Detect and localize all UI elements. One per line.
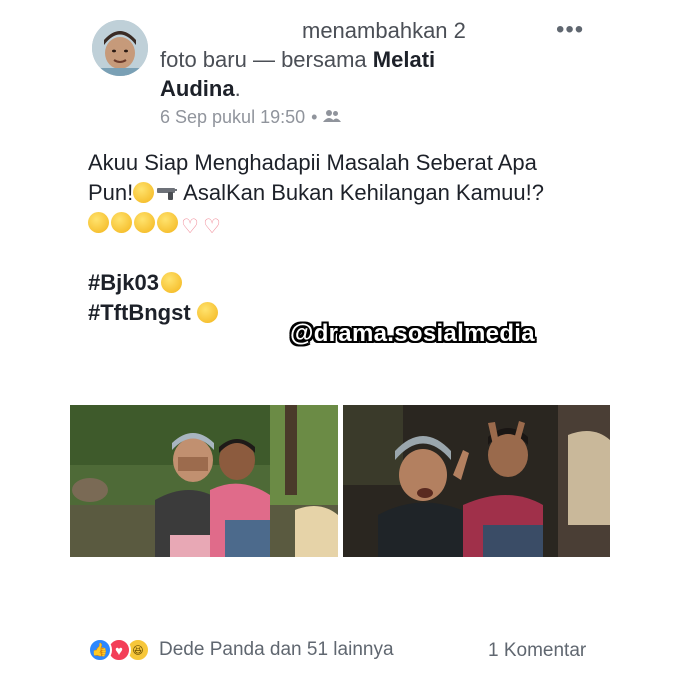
- laughing-emoji-icon: [196, 302, 218, 323]
- post-photo-1[interactable]: [70, 405, 338, 557]
- post-emoji-line: ♡ ♡: [88, 208, 628, 238]
- grinning-emoji-icon: [134, 212, 155, 233]
- post-text-line2a: Pun!: [88, 180, 134, 205]
- post-photo-2[interactable]: [343, 405, 610, 557]
- hashtag-tftbngst-link[interactable]: #TftBngst: [88, 300, 191, 325]
- kissing-emoji-icon: [111, 212, 132, 233]
- facebook-post: menambahkan 2 foto baru — bersama Melati…: [0, 0, 680, 680]
- hashtag-bjk03-link[interactable]: #Bjk03: [88, 270, 159, 295]
- grinning-emoji-icon: [157, 212, 178, 233]
- avatar-photo: [92, 20, 148, 76]
- author-avatar[interactable]: [92, 20, 148, 76]
- post-text-line2b: AsalKan Bukan Kehilangan Kamuu!?: [178, 180, 544, 205]
- redacted-author-name: [160, 21, 302, 44]
- tagged-suffix: .: [234, 76, 241, 101]
- meta-separator: •: [311, 107, 318, 127]
- sparkling-heart-icon: ♡: [181, 216, 199, 238]
- reactions-summary[interactable]: 👍 ♥ 😆 Dede Panda dan 51 lainnya: [88, 638, 394, 662]
- post-body: Akuu Siap Menghadapii Masalah Seberat Ap…: [88, 148, 628, 328]
- smiling-face-emoji-icon: [133, 182, 155, 203]
- post-options-button[interactable]: •••: [556, 18, 584, 42]
- friends-icon[interactable]: [323, 107, 342, 128]
- post-text-line1: Akuu Siap Menghadapii Masalah Seberat Ap…: [88, 150, 537, 175]
- post-header: menambahkan 2 foto baru — bersama Melati…: [160, 16, 520, 103]
- heart-eyes-emoji-icon: [88, 212, 109, 233]
- reaction-count-text[interactable]: Dede Panda dan 51 lainnya: [159, 639, 394, 661]
- hashtag-line-1: #Bjk03: [88, 268, 628, 298]
- more-horizontal-icon: •••: [556, 16, 585, 43]
- watermark-text: @drama.sosialmedia: [290, 320, 535, 347]
- post-timestamp[interactable]: 6 Sep pukul 19:50: [160, 107, 305, 128]
- post-meta: 6 Sep pukul 19:50 •: [160, 107, 342, 128]
- comment-count-link[interactable]: 1 Komentar: [488, 640, 586, 662]
- author-action-line2: foto baru — bersama: [160, 47, 373, 72]
- sparkling-heart-icon: ♡: [203, 216, 221, 238]
- like-reaction-icon: 👍: [88, 638, 112, 662]
- post-text-line2: Pun! AsalKan Bukan Kehilangan Kamuu!?: [88, 178, 628, 208]
- kissing-emoji-icon: [160, 272, 182, 293]
- pistol-emoji-icon: [156, 180, 178, 205]
- author-action-line1: menambahkan 2: [302, 18, 466, 43]
